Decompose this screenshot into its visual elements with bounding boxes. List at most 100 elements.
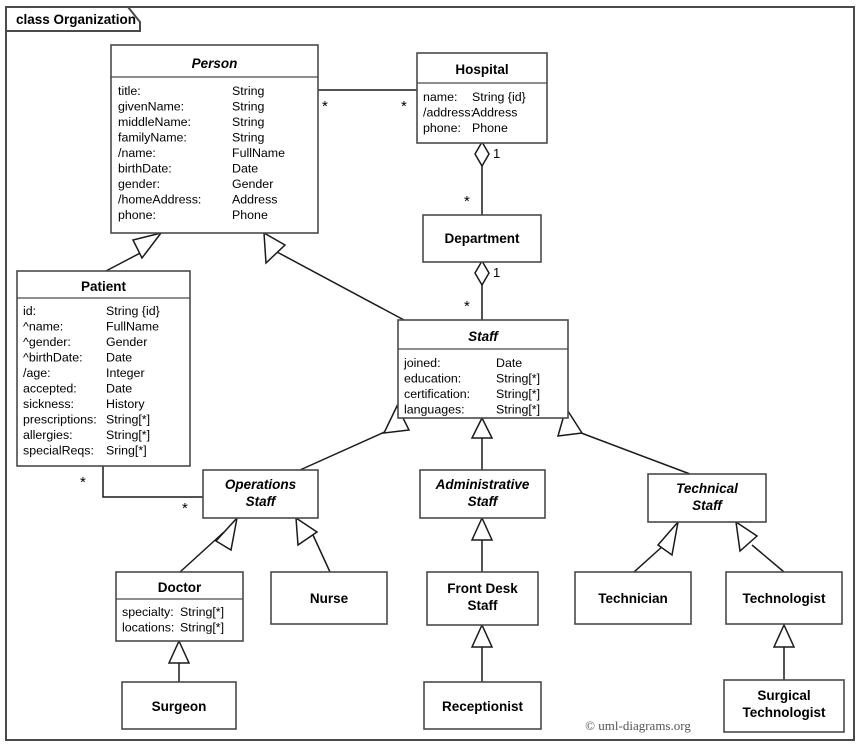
class-box-technologist[interactable]: Technologist [725, 571, 843, 625]
attr-name-staff-0: joined: [403, 356, 441, 370]
attr-name-person-4: /name: [118, 146, 156, 160]
attr-type-doctor-1: String[*] [180, 621, 224, 635]
attr-name-patient-8: allergies: [23, 428, 73, 442]
attr-type-person-0: String [232, 84, 264, 98]
attr-type-staff-2: String[*] [496, 387, 540, 401]
class-name-staff: Staff [468, 329, 499, 344]
gen-line-staff-person [276, 251, 405, 321]
attr-name-hospital-0: name: [423, 90, 457, 104]
class-box-front-desk-staff[interactable]: Front Desk Staff [426, 571, 539, 626]
class-name-administrative-staff-line1: Administrative [435, 477, 530, 492]
attr-name-patient-0: id: [23, 304, 36, 318]
class-name-surgical-technologist-line1: Surgical [757, 688, 810, 703]
class-name-front-desk-staff-line2: Staff [468, 598, 499, 613]
mult-department-staff-department-end: 1 [493, 265, 500, 280]
class-box-nurse[interactable]: Nurse [270, 571, 388, 625]
class-box-receptionist[interactable]: Receptionist [423, 681, 542, 730]
class-name-administrative-staff-line2: Staff [468, 494, 499, 509]
attr-name-patient-7: prescriptions: [23, 413, 97, 427]
class-box-surgeon[interactable]: Surgeon [121, 681, 237, 730]
attr-name-doctor-1: locations: [122, 621, 174, 635]
attr-type-hospital-0: String {id} [472, 90, 526, 104]
class-box-patient[interactable]: Patient id: String {id} ^name: FullName … [16, 270, 191, 467]
attr-type-patient-6: History [106, 397, 145, 411]
gen-line-technician-technical [633, 544, 665, 573]
attr-type-patient-4: Integer [106, 366, 145, 380]
class-box-person[interactable]: Person title: String givenName: String m… [110, 44, 319, 234]
attr-name-hospital-1: /address: [423, 106, 474, 120]
attr-type-person-7: Address [232, 193, 277, 207]
copyright-notice: © uml-diagrams.org [585, 718, 691, 733]
class-box-administrative-staff[interactable]: Administrative Staff [419, 469, 546, 519]
class-name-hospital: Hospital [455, 62, 508, 77]
class-box-technician[interactable]: Technician [574, 571, 692, 625]
attr-name-patient-4: /age: [23, 366, 51, 380]
attr-name-staff-3: languages: [404, 403, 465, 417]
attr-type-patient-9: Sring[*] [106, 444, 147, 458]
class-box-surgical-technologist[interactable]: Surgical Technologist [723, 679, 845, 733]
class-name-surgeon: Surgeon [152, 699, 207, 714]
attr-type-person-6: Gender [232, 177, 273, 191]
mult-person-hospital-person-end: * [322, 98, 328, 115]
uml-class-diagram: class Organization * * 1 * 1 * * * Perso… [0, 0, 860, 747]
attr-type-hospital-1: Address [472, 106, 517, 120]
class-name-technical-staff-line1: Technical [676, 481, 738, 496]
attr-name-person-8: phone: [118, 208, 156, 222]
attr-name-staff-2: certification: [404, 387, 470, 401]
class-name-surgical-technologist-line2: Technologist [743, 705, 827, 720]
attr-name-person-7: /homeAddress: [118, 193, 201, 207]
class-name-nurse: Nurse [310, 591, 349, 606]
diagram-canvas: class Organization * * 1 * 1 * * * Perso… [5, 6, 855, 741]
class-box-operations-staff[interactable]: Operations Staff [202, 469, 319, 519]
frame-tab-label: class Organization [16, 12, 136, 27]
attr-type-person-2: String [232, 115, 264, 129]
attr-type-staff-1: String[*] [496, 372, 540, 386]
class-box-department[interactable]: Department [422, 214, 542, 263]
aggregation-diamond-hospital [474, 140, 490, 168]
mult-patient-operations-patient-end: * [80, 474, 86, 491]
class-name-person: Person [192, 56, 238, 71]
attr-type-staff-3: String[*] [496, 403, 540, 417]
attr-name-patient-9: specialReqs: [23, 444, 94, 458]
attr-name-patient-5: accepted: [23, 382, 77, 396]
gen-line-operations-staff [299, 425, 399, 471]
class-box-staff[interactable]: Staff joined: Date education: String[*] … [397, 319, 569, 419]
attr-type-patient-5: Date [106, 382, 132, 396]
class-name-technologist: Technologist [743, 591, 827, 606]
gen-line-technologist-technical [751, 544, 785, 573]
attr-type-patient-7: String[*] [106, 413, 150, 427]
attr-type-person-1: String [232, 100, 264, 114]
gen-arrow-surgeon-doctor [167, 639, 191, 664]
aggregation-diamond-department [474, 259, 490, 287]
attr-name-patient-6: sickness: [23, 397, 74, 411]
attr-name-person-2: middleName: [118, 115, 191, 129]
attr-type-staff-0: Date [496, 356, 522, 370]
class-name-technical-staff-line2: Staff [692, 498, 723, 513]
attr-name-person-6: gender: [118, 177, 160, 191]
attr-name-patient-2: ^gender: [23, 335, 71, 349]
class-box-technical-staff[interactable]: Technical Staff [647, 473, 767, 523]
class-name-department: Department [444, 231, 520, 246]
mult-hospital-department-hospital-end: 1 [493, 146, 500, 161]
gen-line-doctor-operations [179, 531, 225, 573]
gen-arrow-staff-person [263, 231, 287, 265]
attr-name-doctor-0: specialty: [122, 605, 174, 619]
attr-name-person-5: birthDate: [118, 162, 172, 176]
gen-arrow-frontdesk-administrative [470, 516, 494, 541]
gen-arrow-receptionist-frontdesk [470, 623, 494, 648]
mult-hospital-department-department-end: * [464, 193, 470, 210]
gen-line-nurse-operations [312, 534, 331, 573]
class-box-doctor[interactable]: Doctor specialty: String[*] locations: S… [115, 571, 244, 642]
class-name-front-desk-staff-line1: Front Desk [447, 581, 518, 596]
class-name-operations-staff-line1: Operations [225, 477, 297, 492]
gen-arrow-doctor-operations [214, 515, 239, 552]
class-box-hospital[interactable]: Hospital name: String {id} /address: Add… [416, 52, 548, 144]
class-name-receptionist: Receptionist [442, 699, 524, 714]
attr-name-staff-1: education: [404, 372, 461, 386]
gen-arrow-administrative-staff [470, 416, 494, 439]
attr-type-patient-1: FullName [106, 320, 159, 334]
attr-name-patient-3: ^birthDate: [23, 351, 83, 365]
mult-patient-operations-staff-end: * [182, 500, 188, 517]
class-name-doctor: Doctor [158, 580, 202, 595]
gen-arrow-surgicaltech-technologist [772, 623, 796, 648]
